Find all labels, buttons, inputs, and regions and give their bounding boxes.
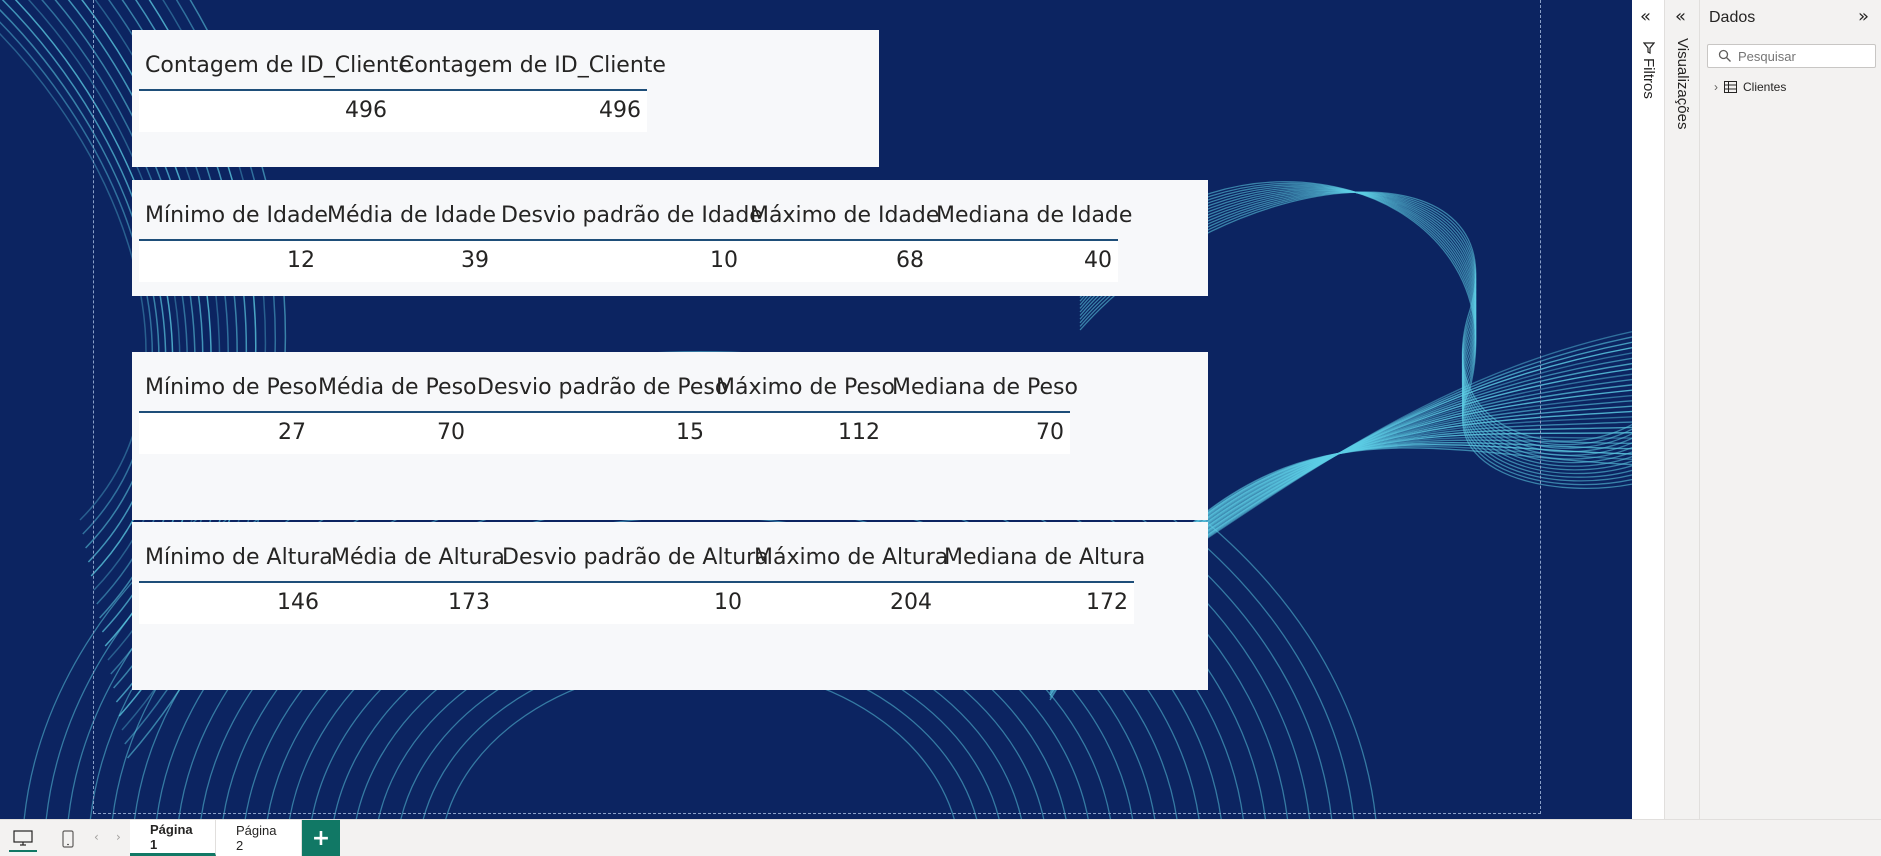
- table-visual-altura[interactable]: Mínimo de Altura 146 Média de Altura 173…: [132, 522, 1208, 690]
- previous-page-icon[interactable]: ‹: [94, 830, 99, 844]
- column-header[interactable]: Mínimo de Peso: [139, 359, 317, 413]
- visualizations-pane[interactable]: « Visualizações: [1665, 0, 1700, 819]
- search-field[interactable]: [1707, 44, 1876, 68]
- table-cell[interactable]: 39: [321, 241, 495, 282]
- table-cell[interactable]: 10: [495, 241, 744, 282]
- chevron-right-icon[interactable]: ›: [1714, 80, 1718, 94]
- table-column: Máximo de Idade 68: [744, 187, 939, 282]
- table-name[interactable]: Clientes: [1743, 80, 1786, 94]
- table-cell[interactable]: 15: [471, 413, 710, 454]
- table-column: Mediana de Altura 172: [938, 529, 1145, 624]
- add-page-button[interactable]: +: [302, 820, 340, 856]
- filters-label[interactable]: Filtros: [1640, 58, 1657, 99]
- table-column: Desvio padrão de Peso 15: [471, 359, 728, 454]
- table-column: Mínimo de Altura 146: [139, 529, 333, 624]
- column-header[interactable]: Contagem de ID_Cliente: [393, 37, 666, 91]
- column-header[interactable]: Desvio padrão de Peso: [471, 359, 728, 413]
- table-cell[interactable]: 496: [139, 91, 393, 132]
- column-header[interactable]: Mediana de Peso: [886, 359, 1078, 413]
- table: Mínimo de Altura 146 Média de Altura 173…: [139, 529, 1145, 624]
- table-cell[interactable]: 10: [496, 583, 748, 624]
- table-column: Contagem de ID_Cliente 496: [139, 37, 412, 132]
- column-header[interactable]: Contagem de ID_Cliente: [139, 37, 412, 91]
- monitor-icon: [13, 830, 33, 846]
- column-header[interactable]: Máximo de Idade: [744, 187, 939, 241]
- column-header[interactable]: Média de Altura: [325, 529, 505, 583]
- table-cell[interactable]: 70: [886, 413, 1070, 454]
- wave-line: [0, 21, 154, 535]
- column-header[interactable]: Mediana de Idade: [930, 187, 1132, 241]
- table-column: Mediana de Peso 70: [886, 359, 1078, 454]
- search-input[interactable]: [1738, 47, 1870, 65]
- column-header[interactable]: Média de Idade: [321, 187, 496, 241]
- search-icon: [1718, 49, 1731, 62]
- table-column: Desvio padrão de Idade 10: [495, 187, 763, 282]
- next-page-icon[interactable]: ›: [116, 830, 121, 844]
- table-cell[interactable]: 173: [325, 583, 496, 624]
- table-column: Média de Altura 173: [325, 529, 505, 624]
- table-cell[interactable]: 68: [744, 241, 930, 282]
- table-column: Média de Peso 70: [312, 359, 477, 454]
- phone-icon: [62, 830, 74, 848]
- column-header[interactable]: Mínimo de Altura: [139, 529, 333, 583]
- table-cell[interactable]: 172: [938, 583, 1134, 624]
- report-canvas[interactable]: Contagem de ID_Cliente 496 Contagem de I…: [0, 0, 1632, 819]
- desktop-view-button[interactable]: [9, 826, 37, 852]
- table-column: Máximo de Altura 204: [748, 529, 948, 624]
- table-cell[interactable]: 40: [930, 241, 1118, 282]
- table-visual-idade[interactable]: Mínimo de Idade 12 Média de Idade 39 Des…: [132, 180, 1208, 296]
- table-cell[interactable]: 496: [393, 91, 647, 132]
- table-cell[interactable]: 12: [139, 241, 321, 282]
- page-tab-2[interactable]: Página 2: [216, 820, 302, 856]
- visualizations-label[interactable]: Visualizações: [1674, 38, 1691, 129]
- column-header[interactable]: Máximo de Altura: [748, 529, 948, 583]
- table-column: Média de Idade 39: [321, 187, 496, 282]
- data-pane-title: Dados: [1709, 9, 1756, 26]
- table: Contagem de ID_Cliente 496 Contagem de I…: [139, 37, 666, 132]
- table-column: Máximo de Peso 112: [710, 359, 895, 454]
- table-visual-contagem[interactable]: Contagem de ID_Cliente 496 Contagem de I…: [132, 30, 879, 167]
- table-cell[interactable]: 70: [312, 413, 471, 454]
- column-header[interactable]: Mediana de Altura: [938, 529, 1145, 583]
- table-column: Mínimo de Peso 27: [139, 359, 317, 454]
- funnel-icon: [1643, 42, 1655, 54]
- data-pane: Dados » › Clientes: [1700, 0, 1881, 819]
- table-column: Contagem de ID_Cliente 496: [393, 37, 666, 132]
- mobile-view-button[interactable]: [54, 826, 82, 852]
- column-header[interactable]: Média de Peso: [312, 359, 477, 413]
- wave-line: [0, 33, 147, 521]
- table-column: Mediana de Idade 40: [930, 187, 1132, 282]
- table-tree-item[interactable]: › Clientes: [1714, 80, 1786, 94]
- table-column: Mínimo de Idade 12: [139, 187, 328, 282]
- expand-visualizations-icon[interactable]: «: [1675, 8, 1686, 26]
- page-tab-1[interactable]: Página 1: [130, 820, 216, 856]
- table-cell[interactable]: 112: [710, 413, 886, 454]
- table: Mínimo de Idade 12 Média de Idade 39 Des…: [139, 187, 1132, 282]
- table-cell[interactable]: 27: [139, 413, 312, 454]
- column-header[interactable]: Máximo de Peso: [710, 359, 895, 413]
- column-header[interactable]: Desvio padrão de Altura: [496, 529, 769, 583]
- table: Mínimo de Peso 27 Média de Peso 70 Desvi…: [139, 359, 1078, 454]
- collapse-data-pane-icon[interactable]: »: [1858, 8, 1869, 26]
- table-visual-peso[interactable]: Mínimo de Peso 27 Média de Peso 70 Desvi…: [132, 352, 1208, 520]
- table-column: Desvio padrão de Altura 10: [496, 529, 769, 624]
- table-icon: [1724, 81, 1737, 93]
- table-cell[interactable]: 204: [748, 583, 938, 624]
- expand-filters-icon[interactable]: «: [1640, 8, 1651, 26]
- column-header[interactable]: Desvio padrão de Idade: [495, 187, 763, 241]
- column-header[interactable]: Mínimo de Idade: [139, 187, 328, 241]
- table-cell[interactable]: 146: [139, 583, 325, 624]
- page-tabs-bar: ‹ › Página 1 Página 2 +: [0, 819, 1881, 856]
- filters-pane[interactable]: « Filtros: [1632, 0, 1665, 819]
